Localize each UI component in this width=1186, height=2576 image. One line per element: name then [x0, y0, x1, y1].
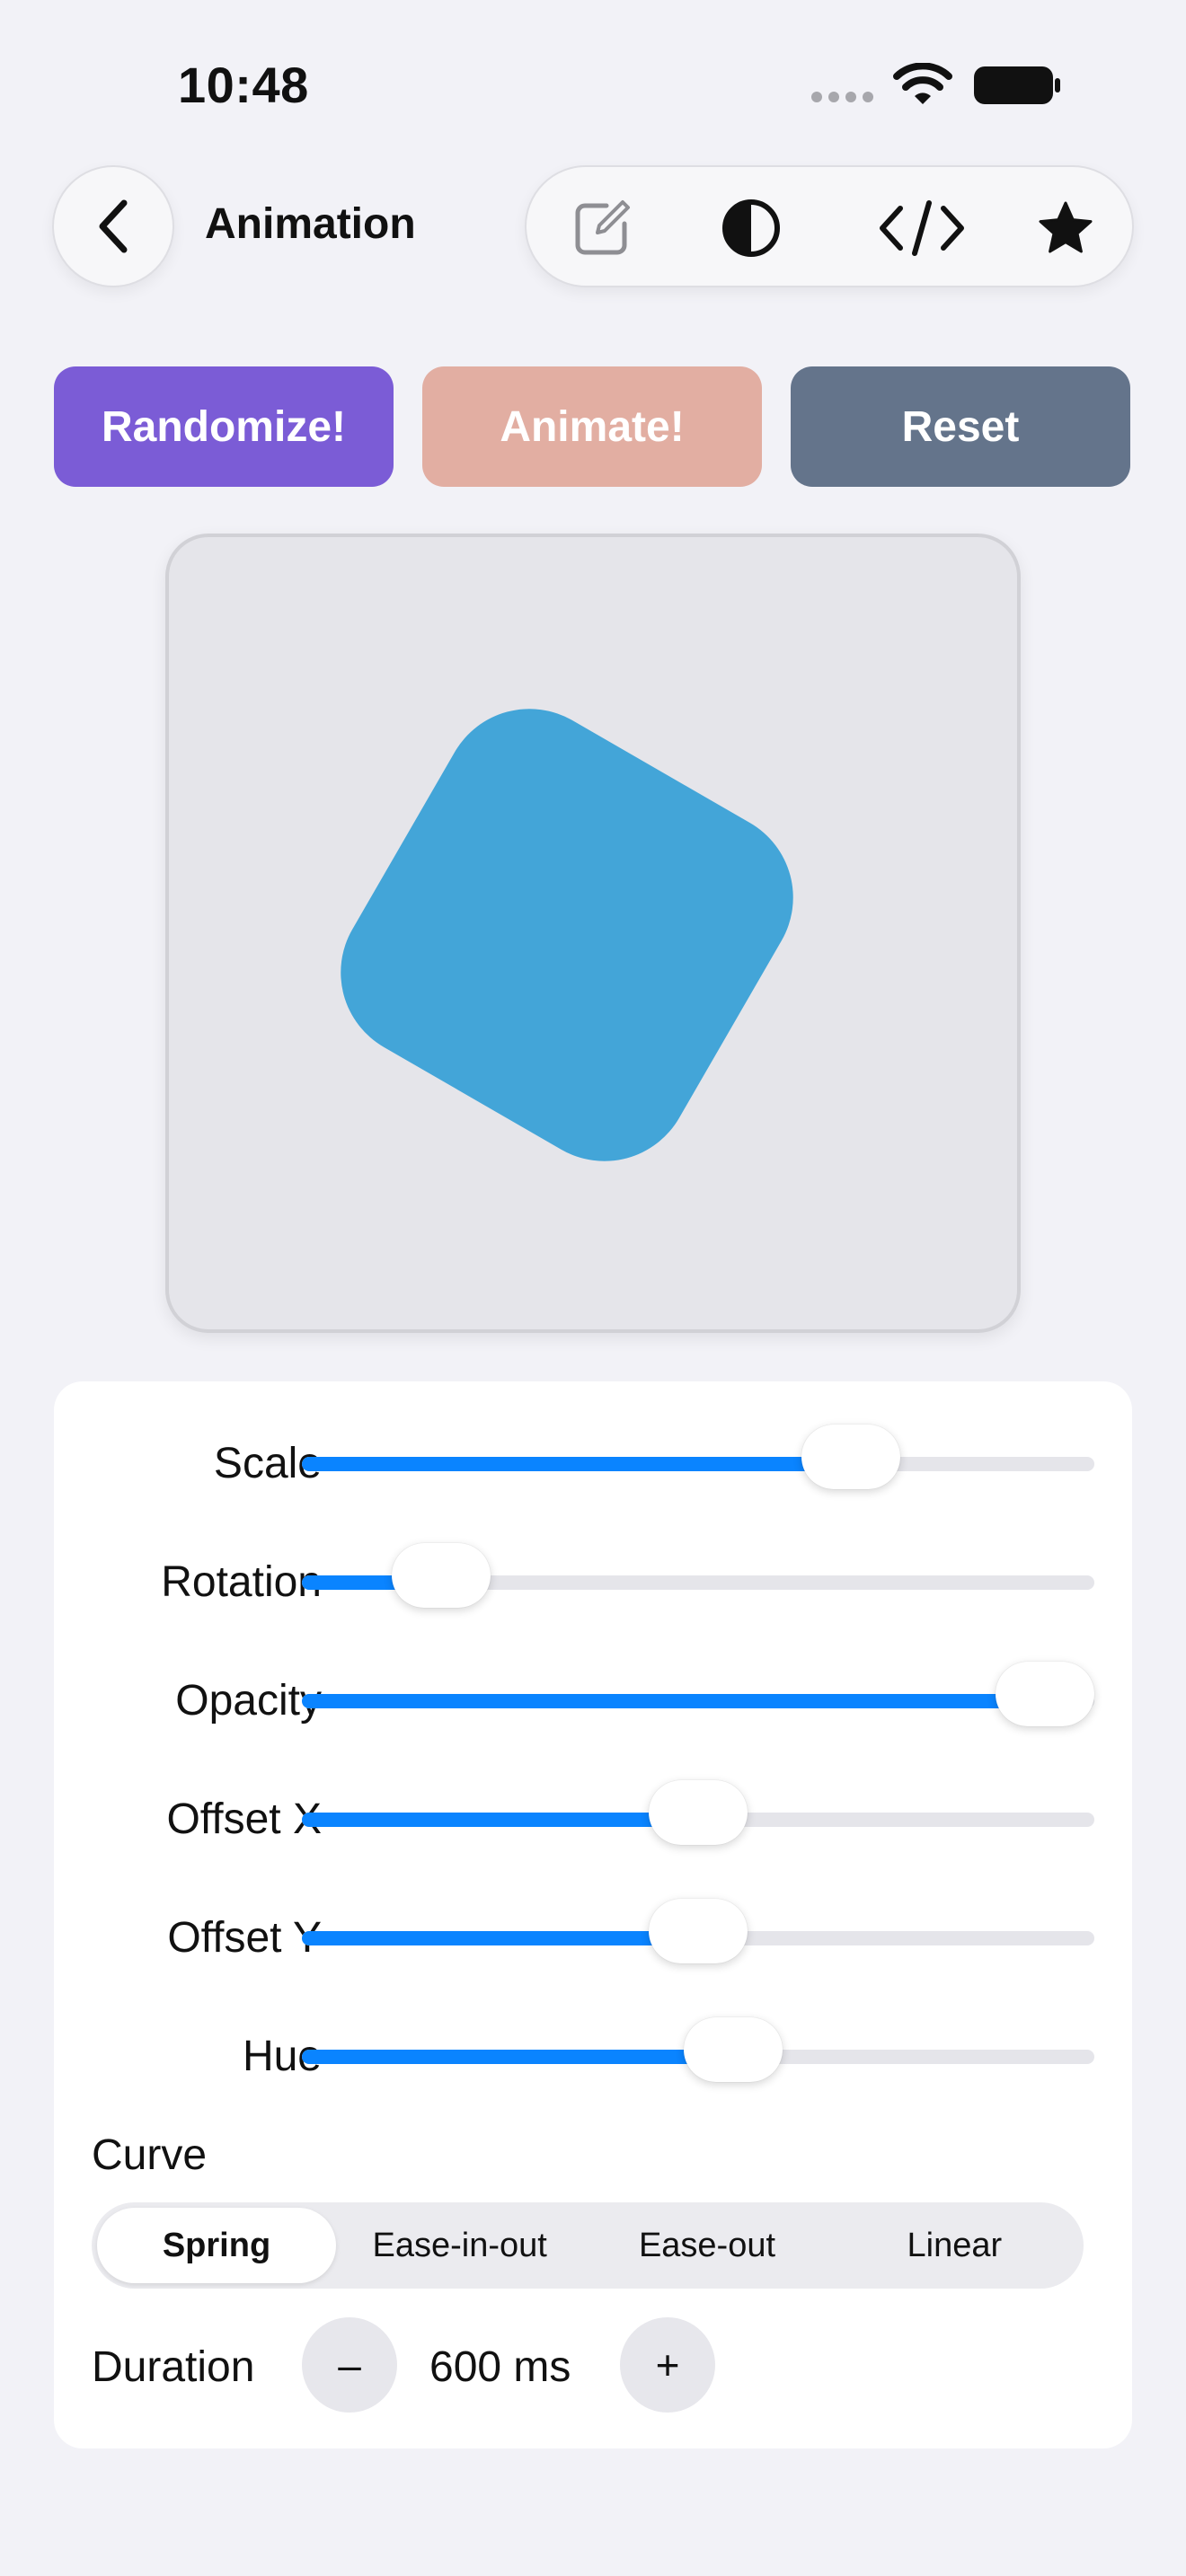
chevron-left-icon	[99, 199, 128, 253]
status-icons	[811, 63, 1062, 108]
duration-label: Duration	[92, 2343, 255, 2391]
contrast-icon	[722, 199, 780, 257]
animation-screen: 10:48 Animation Randomize! Animate! Rese…	[0, 0, 1186, 2576]
curve-option-linear[interactable]: Linear	[831, 2208, 1078, 2283]
duration-increment-button[interactable]: +	[620, 2317, 715, 2413]
hue-slider[interactable]	[302, 2017, 1094, 2082]
duration-value: 600 ms	[429, 2343, 571, 2391]
appearance-button[interactable]	[712, 189, 791, 268]
opacity-label: Opacity	[175, 1677, 322, 1725]
animation-preview	[165, 534, 1021, 1333]
reset-button[interactable]: Reset	[791, 366, 1130, 487]
offset-x-slider-fill	[302, 1813, 698, 1827]
edit-button[interactable]	[562, 189, 642, 268]
rotation-label: Rotation	[161, 1558, 322, 1606]
star-icon	[1039, 201, 1093, 253]
offset-y-slider-thumb[interactable]	[649, 1899, 748, 1963]
curve-label: Curve	[92, 2131, 208, 2179]
edit-icon	[575, 200, 630, 255]
animate-button[interactable]: Animate!	[422, 366, 762, 487]
wifi-icon	[893, 63, 952, 104]
offset-y-slider[interactable]	[302, 1899, 1094, 1963]
scale-slider[interactable]	[302, 1425, 1094, 1489]
code-button[interactable]	[868, 189, 976, 268]
status-time: 10:48	[178, 57, 309, 113]
curve-option-spring[interactable]: Spring	[97, 2208, 336, 2283]
opacity-slider-fill	[302, 1694, 1045, 1708]
code-icon	[880, 200, 964, 256]
scale-slider-fill	[302, 1457, 851, 1471]
curve-option-ease-in-out[interactable]: Ease-in-out	[336, 2208, 583, 2283]
toolbar	[525, 165, 1134, 287]
opacity-slider-thumb[interactable]	[996, 1662, 1094, 1726]
hue-slider-thumb[interactable]	[683, 2017, 783, 2082]
offset-x-slider[interactable]	[302, 1780, 1094, 1845]
opacity-slider[interactable]	[302, 1662, 1094, 1726]
offset-x-slider-thumb[interactable]	[649, 1780, 748, 1845]
battery-icon	[974, 66, 1060, 104]
randomize-button[interactable]: Randomize!	[54, 366, 394, 487]
offset-x-label: Offset X	[166, 1795, 322, 1843]
hue-slider-fill	[302, 2050, 733, 2064]
rotation-slider[interactable]	[302, 1543, 1094, 1608]
back-button[interactable]	[52, 165, 174, 287]
scale-slider-thumb[interactable]	[801, 1425, 900, 1489]
curve-option-ease-out[interactable]: Ease-out	[583, 2208, 830, 2283]
duration-decrement-button[interactable]: –	[302, 2317, 397, 2413]
rotation-slider-thumb[interactable]	[392, 1543, 491, 1608]
cellular-icon	[811, 92, 873, 102]
page-title: Animation	[205, 200, 416, 248]
offset-y-label: Offset Y	[167, 1914, 322, 1962]
curve-picker: Spring Ease-in-out Ease-out Linear	[92, 2202, 1084, 2289]
animated-shape	[309, 677, 825, 1193]
offset-y-slider-fill	[302, 1931, 698, 1945]
favorite-button[interactable]	[1026, 189, 1105, 268]
